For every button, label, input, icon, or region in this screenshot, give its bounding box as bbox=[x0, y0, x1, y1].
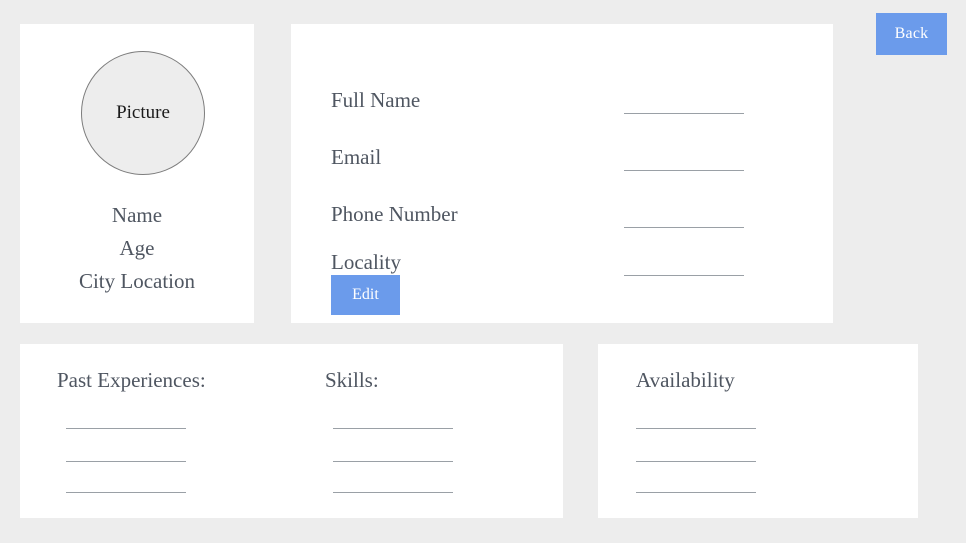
skill-entry-2[interactable] bbox=[333, 461, 453, 462]
field-row-email: Email bbox=[331, 143, 793, 173]
skill-entry-1[interactable] bbox=[333, 428, 453, 429]
email-input[interactable] bbox=[624, 170, 744, 171]
availability-entry-3[interactable] bbox=[636, 492, 756, 493]
avatar[interactable]: Picture bbox=[81, 51, 205, 175]
past-experience-entry-3[interactable] bbox=[66, 492, 186, 493]
availability-entry-2[interactable] bbox=[636, 461, 756, 462]
phone-number-label: Phone Number bbox=[331, 202, 458, 226]
availability-heading: Availability bbox=[636, 368, 735, 392]
profile-name: Name bbox=[111, 203, 163, 227]
locality-label: Locality bbox=[331, 250, 401, 274]
availability-entry-1[interactable] bbox=[636, 428, 756, 429]
full-name-input[interactable] bbox=[624, 113, 744, 114]
profile-identity-block: Name Age City Location bbox=[20, 199, 254, 298]
experience-skills-card: Past Experiences: Skills: bbox=[20, 344, 563, 518]
locality-input[interactable] bbox=[624, 275, 744, 276]
skill-entry-3[interactable] bbox=[333, 492, 453, 493]
field-row-phone-number: Phone Number bbox=[331, 200, 793, 230]
field-row-full-name: Full Name bbox=[331, 86, 793, 116]
personal-details-card: Full Name Email Phone Number Locality Ed… bbox=[291, 24, 833, 323]
skills-heading: Skills: bbox=[325, 368, 379, 392]
profile-page: Back Picture Name Age City Location Full… bbox=[0, 0, 966, 543]
past-experiences-heading: Past Experiences: bbox=[57, 368, 206, 392]
availability-card: Availability bbox=[598, 344, 918, 518]
field-row-locality: Locality bbox=[331, 248, 793, 278]
edit-button[interactable]: Edit bbox=[331, 275, 400, 315]
past-experience-entry-1[interactable] bbox=[66, 428, 186, 429]
profile-age: Age bbox=[119, 236, 155, 260]
full-name-label: Full Name bbox=[331, 88, 421, 112]
phone-number-input[interactable] bbox=[624, 227, 744, 228]
back-button[interactable]: Back bbox=[876, 13, 947, 55]
profile-city-location: City Location bbox=[78, 269, 196, 293]
past-experience-entry-2[interactable] bbox=[66, 461, 186, 462]
profile-summary-card: Picture Name Age City Location bbox=[20, 24, 254, 323]
email-label: Email bbox=[331, 145, 382, 169]
